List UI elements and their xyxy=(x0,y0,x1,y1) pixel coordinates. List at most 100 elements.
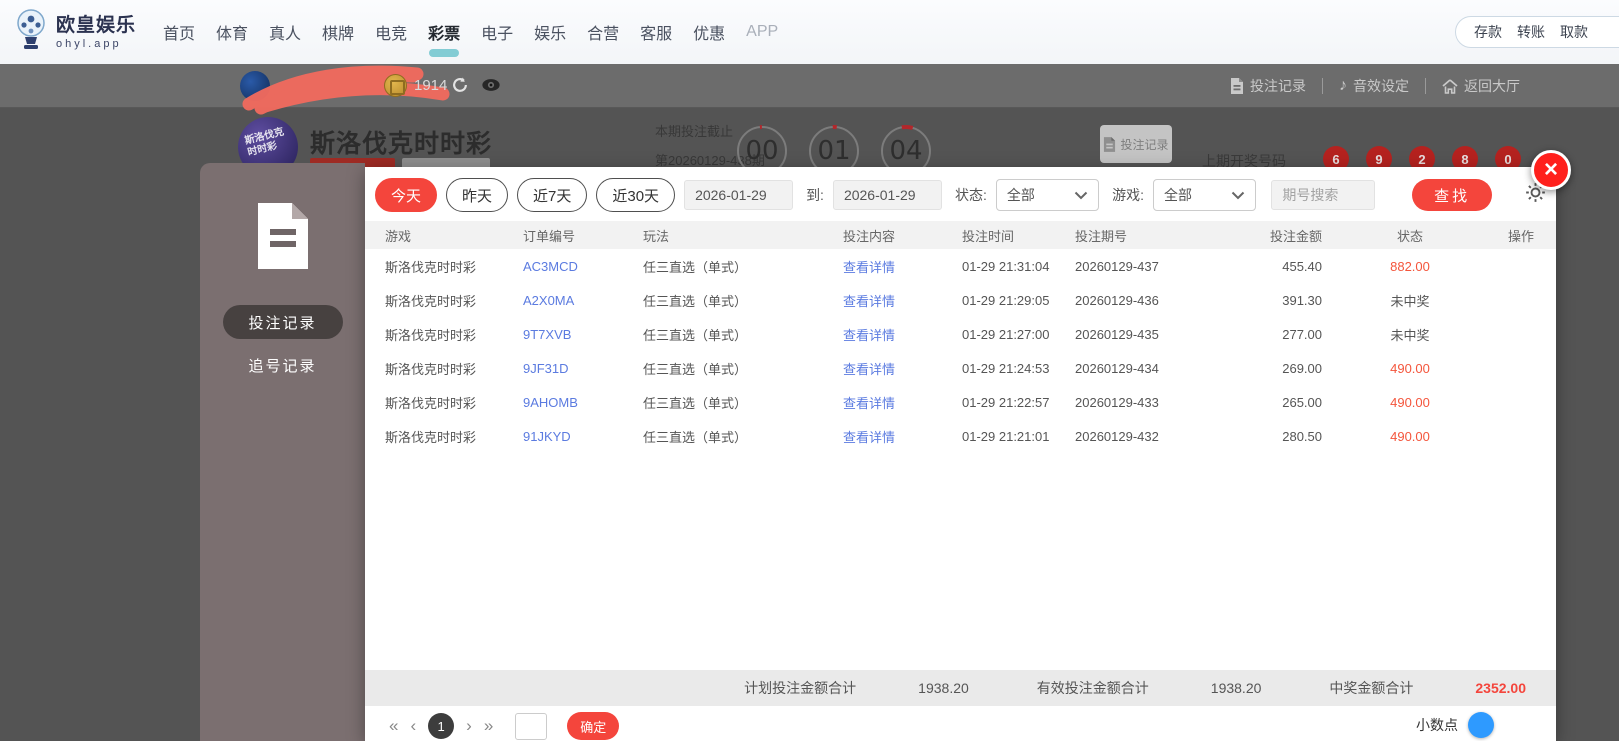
status-select[interactable]: 全部 xyxy=(995,179,1100,211)
quick-range-button[interactable]: 近7天 xyxy=(517,178,588,212)
period-search-input[interactable] xyxy=(1271,180,1376,210)
document-icon xyxy=(1104,136,1116,152)
cell-bet-time: 01-29 21:27:00 xyxy=(962,326,1050,342)
records-modal: 今天 昨天 近7天 近30天 到: 状态: 全部 游戏: 全部 查找 xyxy=(365,167,1556,741)
bet-record-button[interactable]: 投注记录 xyxy=(1100,125,1172,163)
cell-period: 20260129-433 xyxy=(1075,394,1159,410)
decimal-label: 小数点 xyxy=(1416,717,1458,733)
order-number-link[interactable]: 91JKYD xyxy=(523,429,643,444)
sidebar-item-chase-records[interactable]: 追号记录 xyxy=(223,348,343,382)
order-number-link[interactable]: 9JF31D xyxy=(523,361,643,376)
cell-play-type: 任三直选（单式） xyxy=(643,327,748,343)
filter-bar: 今天 昨天 近7天 近30天 到: 状态: 全部 游戏: 全部 查找 xyxy=(365,167,1556,221)
deposit-link[interactable]: 存款 xyxy=(1474,22,1502,42)
view-details-link[interactable]: 查看详情 xyxy=(843,257,962,276)
game-select[interactable]: 全部 xyxy=(1153,179,1257,211)
cell-amount: 280.50 xyxy=(1282,428,1322,444)
cell-game: 斯洛伐克时时彩 xyxy=(385,361,477,377)
table-row: 斯洛伐克时时彩 9JF31D 任三直选（单式） 查看详情 01-29 21:24… xyxy=(365,351,1556,385)
quick-range-button[interactable]: 近30天 xyxy=(596,178,676,212)
view-details-link[interactable]: 查看详情 xyxy=(843,291,962,310)
records-modal-sidebar: 投注记录 追号记录 xyxy=(200,163,365,741)
menu-item[interactable]: 彩票 xyxy=(428,20,460,44)
cell-game: 斯洛伐克时时彩 xyxy=(385,259,477,275)
menu-item[interactable]: 电竞 xyxy=(375,20,407,44)
menu-item[interactable]: 客服 xyxy=(640,20,672,44)
cell-bet-time: 01-29 21:22:57 xyxy=(962,394,1050,410)
chevron-down-icon xyxy=(1074,191,1088,199)
menu-item[interactable]: 真人 xyxy=(269,20,301,44)
next-page-button[interactable]: › xyxy=(466,713,472,739)
document-icon xyxy=(1231,78,1243,94)
search-button[interactable]: 查找 xyxy=(1412,179,1492,211)
chevron-down-icon xyxy=(1232,191,1245,199)
game-subheader: 1914 投注记录 ♪ 音效设定 返回大厅 xyxy=(0,64,1619,115)
back-lobby-link[interactable]: 返回大厅 xyxy=(1442,76,1520,96)
transfer-link[interactable]: 转账 xyxy=(1517,22,1545,42)
cell-game: 斯洛伐克时时彩 xyxy=(385,429,477,445)
bet-record-link[interactable]: 投注记录 xyxy=(1230,76,1306,96)
status-badge: 490.00 xyxy=(1390,360,1430,376)
cell-amount: 277.00 xyxy=(1282,326,1322,342)
decimal-toggle[interactable] xyxy=(1468,712,1494,738)
menu-item[interactable]: 体育 xyxy=(216,20,248,44)
cell-bet-time: 01-29 21:29:05 xyxy=(962,292,1050,308)
sidebar-item-bet-records[interactable]: 投注记录 xyxy=(222,305,343,339)
cell-amount: 391.30 xyxy=(1282,292,1322,308)
total-value: 1938.20 xyxy=(918,680,969,696)
order-number-link[interactable]: AC3MCD xyxy=(523,259,643,274)
eye-icon[interactable] xyxy=(481,76,501,99)
separator xyxy=(1322,78,1323,94)
prev-page-button[interactable]: ‹ xyxy=(410,713,416,739)
menu-item[interactable]: 优惠 xyxy=(693,20,725,44)
status-badge: 490.00 xyxy=(1390,428,1430,444)
order-number-link[interactable]: 9AHOMB xyxy=(523,395,643,410)
menu-item[interactable]: 首页 xyxy=(163,20,195,44)
records-icon xyxy=(257,203,308,269)
cell-play-type: 任三直选（单式） xyxy=(643,259,748,275)
menu-item[interactable]: 电子 xyxy=(481,20,513,44)
view-details-link[interactable]: 查看详情 xyxy=(843,427,962,446)
table-body: 斯洛伐克时时彩 AC3MCD 任三直选（单式） 查看详情 01-29 21:31… xyxy=(365,249,1556,453)
table-row: 斯洛伐克时时彩 9AHOMB 任三直选（单式） 查看详情 01-29 21:22… xyxy=(365,385,1556,419)
menu-item[interactable]: APP xyxy=(746,23,778,41)
view-details-link[interactable]: 查看详情 xyxy=(843,325,962,344)
order-number-link[interactable]: 9T7XVB xyxy=(523,327,643,342)
quick-range-group: 今天 昨天 近7天 近30天 xyxy=(375,178,676,212)
menu-item[interactable]: 娱乐 xyxy=(534,20,566,44)
view-details-link[interactable]: 查看详情 xyxy=(843,393,962,412)
cell-period: 20260129-432 xyxy=(1075,428,1159,444)
game-label: 游戏: xyxy=(1112,187,1145,203)
brand-logo[interactable]: 欧皇娱乐 ohyl.app xyxy=(14,8,136,52)
quick-range-button[interactable]: 昨天 xyxy=(446,178,509,212)
order-number-link[interactable]: A2X0MA xyxy=(523,293,643,308)
total-value: 2352.00 xyxy=(1475,680,1526,696)
cell-period: 20260129-437 xyxy=(1075,258,1159,274)
top-nav: 欧皇娱乐 ohyl.app 首页 体育 真人 棋牌 电竞 彩票 电子 娱乐 合营… xyxy=(0,0,1619,64)
last-page-button[interactable]: » xyxy=(484,713,493,739)
cell-amount: 265.00 xyxy=(1282,394,1322,410)
date-from-input[interactable] xyxy=(684,180,794,210)
date-to-input[interactable] xyxy=(832,180,942,210)
view-details-link[interactable]: 查看详情 xyxy=(843,359,962,378)
total-label: 有效投注金额合计 xyxy=(1036,680,1149,696)
table-row: 斯洛伐克时时彩 AC3MCD 任三直选（单式） 查看详情 01-29 21:31… xyxy=(365,249,1556,283)
menu-item[interactable]: 合营 xyxy=(587,20,619,44)
menu-item[interactable]: 棋牌 xyxy=(322,20,354,44)
modal-close-button[interactable]: × xyxy=(1531,150,1571,190)
trophy-ball-icon xyxy=(17,9,45,49)
cell-game: 斯洛伐克时时彩 xyxy=(385,395,477,411)
status-badge: 未中奖 xyxy=(1390,293,1430,309)
table-header: 游戏 订单编号 玩法 投注内容 投注时间 投注期号 投注金额 状态 操作 xyxy=(365,221,1556,249)
cell-period: 20260129-435 xyxy=(1075,326,1159,342)
refresh-icon[interactable] xyxy=(451,76,469,99)
current-page-badge: 1 xyxy=(428,713,455,739)
first-page-button[interactable]: « xyxy=(389,713,398,739)
sound-settings-link[interactable]: ♪ 音效设定 xyxy=(1339,76,1409,96)
page-jump-input[interactable] xyxy=(515,712,548,740)
page-jump-confirm-button[interactable]: 确定 xyxy=(567,712,620,740)
separator xyxy=(1425,78,1426,94)
withdraw-link[interactable]: 取款 xyxy=(1560,22,1588,42)
total-value: 1938.20 xyxy=(1210,680,1262,696)
quick-range-button[interactable]: 今天 xyxy=(375,178,438,212)
